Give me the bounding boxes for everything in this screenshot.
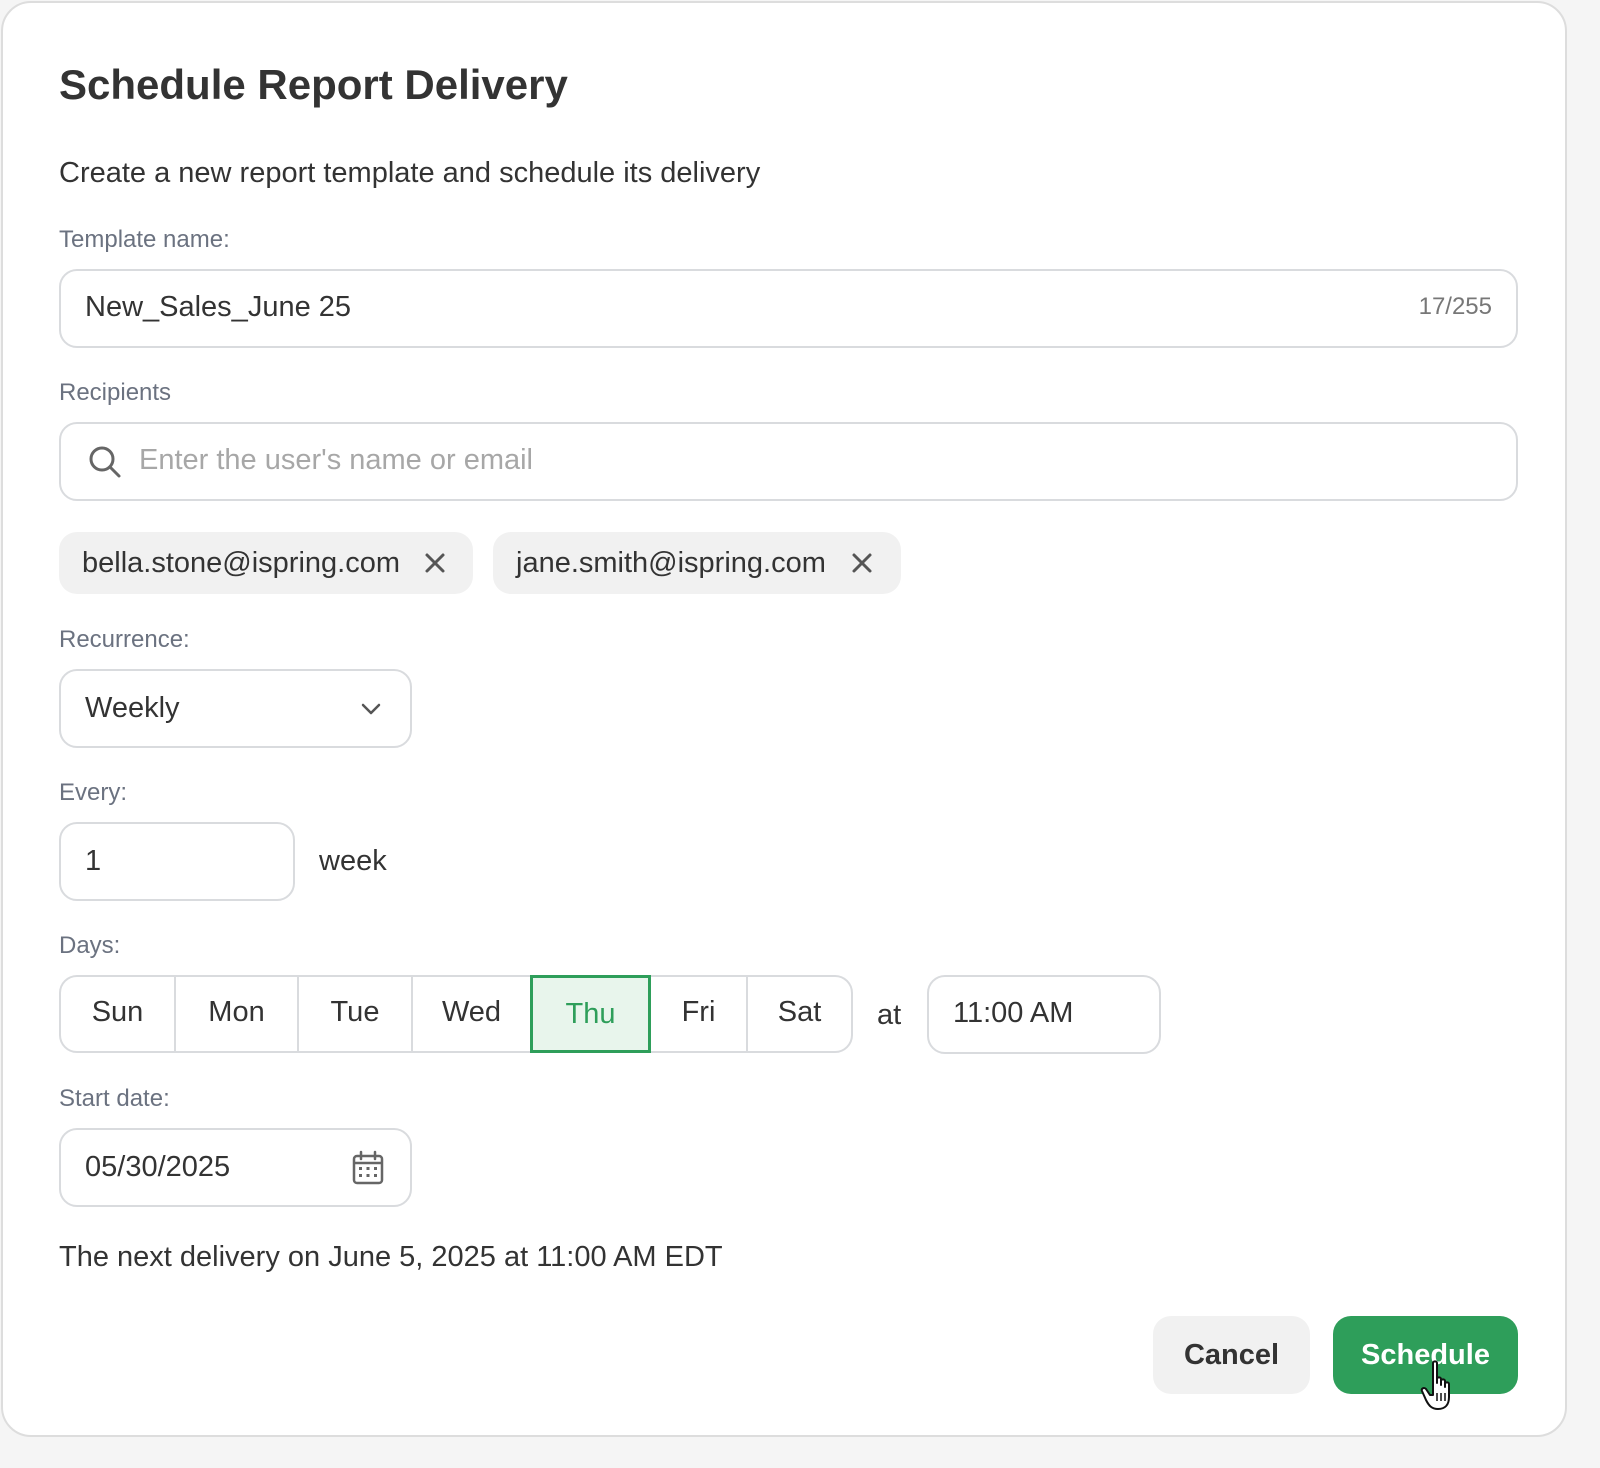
character-counter: 17/255 — [1418, 293, 1492, 320]
day-button-tue[interactable]: Tue — [297, 975, 411, 1053]
hand-pointer-cursor-icon — [1419, 1359, 1463, 1415]
recipient-chip: bella.stone@ispring.com — [59, 532, 473, 594]
start-date-input[interactable]: 05/30/2025 — [59, 1128, 412, 1207]
every-input[interactable]: 1 — [59, 822, 295, 901]
recipients-search-field[interactable] — [59, 422, 1518, 501]
calendar-icon[interactable] — [351, 1150, 385, 1186]
recurrence-label: Recurrence: — [59, 626, 190, 653]
dialog-subtitle: Create a new report template and schedul… — [59, 157, 761, 189]
chevron-down-icon — [359, 699, 383, 719]
recipient-email: bella.stone@ispring.com — [82, 547, 400, 579]
days-label: Days: — [59, 932, 121, 959]
close-icon[interactable] — [850, 551, 874, 575]
template-name-value: New_Sales_June 25 — [85, 291, 352, 323]
time-value: 11:00 AM — [953, 997, 1074, 1029]
days-selector: Sun Mon Tue Wed Thu Fri Sat — [59, 975, 853, 1053]
schedule-report-dialog: Schedule Report Delivery Create a new re… — [1, 1, 1567, 1437]
day-button-mon[interactable]: Mon — [174, 975, 297, 1053]
recipient-email: jane.smith@ispring.com — [516, 547, 826, 579]
recipient-chip: jane.smith@ispring.com — [493, 532, 901, 594]
recipients-label: Recipients — [59, 379, 172, 406]
cancel-button[interactable]: Cancel — [1153, 1316, 1310, 1394]
recipients-search-input[interactable] — [139, 438, 1499, 482]
start-date-value: 05/30/2025 — [85, 1151, 231, 1183]
template-name-label: Template name: — [59, 226, 230, 253]
day-button-thu[interactable]: Thu — [530, 975, 651, 1053]
time-input[interactable]: 11:00 AM — [927, 975, 1161, 1054]
day-button-sun[interactable]: Sun — [61, 975, 174, 1053]
template-name-field[interactable]: New_Sales_June 25 17/255 — [59, 269, 1518, 348]
every-label: Every: — [59, 779, 128, 806]
next-delivery-text: The next delivery on June 5, 2025 at 11:… — [59, 1241, 723, 1273]
every-unit: week — [319, 845, 387, 877]
dialog-title: Schedule Report Delivery — [59, 61, 568, 108]
recurrence-selected-value: Weekly — [85, 692, 180, 724]
every-value: 1 — [85, 845, 102, 877]
close-icon[interactable] — [423, 551, 447, 575]
day-button-sat[interactable]: Sat — [746, 975, 851, 1053]
at-label: at — [877, 999, 902, 1031]
recurrence-select[interactable]: Weekly — [59, 669, 412, 748]
start-date-label: Start date: — [59, 1085, 170, 1112]
day-button-wed[interactable]: Wed — [411, 975, 530, 1053]
day-button-fri[interactable]: Fri — [651, 975, 746, 1053]
search-icon — [87, 444, 123, 480]
